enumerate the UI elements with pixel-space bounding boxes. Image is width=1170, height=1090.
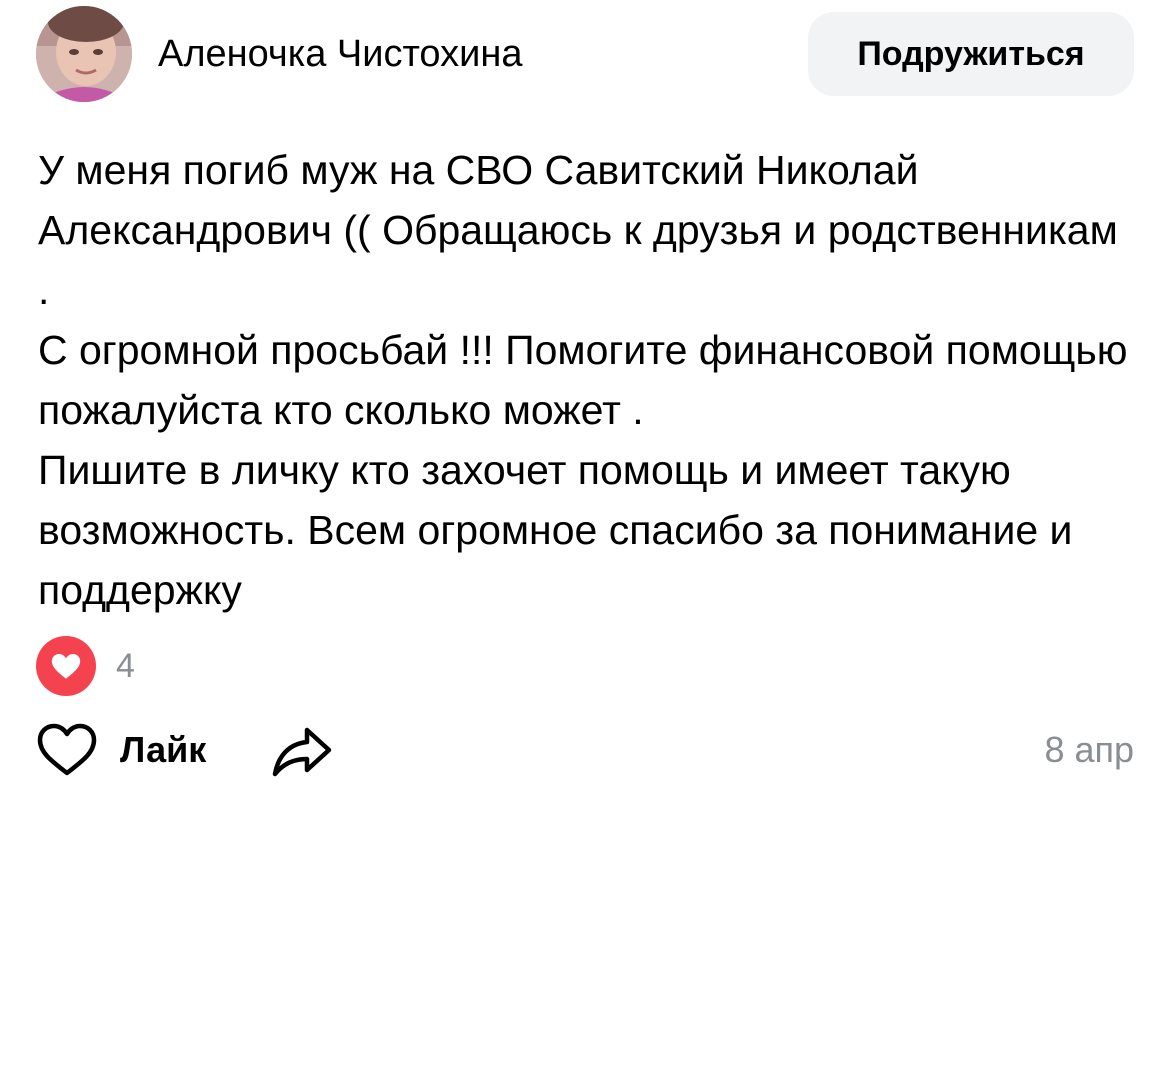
add-friend-button[interactable]: Подружиться bbox=[808, 12, 1134, 96]
post-date: 8 апр bbox=[1044, 729, 1134, 770]
heart-outline-icon bbox=[37, 723, 97, 776]
avatar[interactable] bbox=[36, 6, 132, 102]
like-button[interactable]: Лайк bbox=[36, 718, 206, 782]
post-text: У меня погиб муж на СВО Савитский Никола… bbox=[38, 147, 1128, 613]
reaction-count: 4 bbox=[116, 647, 135, 685]
author-name[interactable]: Аленочка Чистохина bbox=[158, 32, 522, 76]
share-button[interactable] bbox=[270, 718, 334, 782]
post-header: Аленочка Чистохина Подружиться bbox=[36, 6, 1134, 102]
avatar-photo bbox=[36, 6, 132, 102]
post-actions: Лайк 8 апр bbox=[36, 718, 1134, 782]
share-arrow-icon bbox=[272, 727, 332, 777]
post-card: Аленочка Чистохина Подружиться У меня по… bbox=[0, 0, 1170, 1090]
heart-icon bbox=[36, 636, 96, 696]
like-label: Лайк bbox=[120, 729, 207, 770]
reactions-summary[interactable]: 4 bbox=[36, 636, 135, 696]
